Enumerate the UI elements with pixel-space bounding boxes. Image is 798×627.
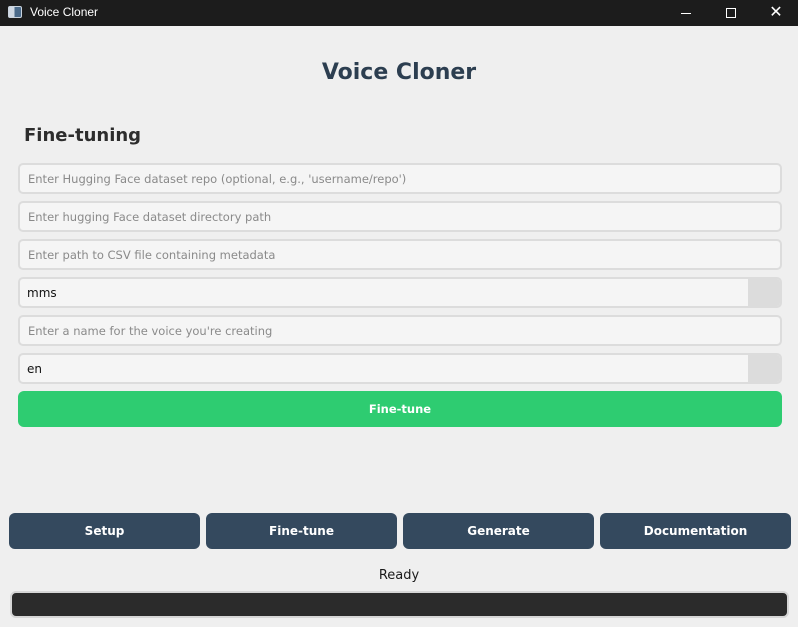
dataset-directory-input[interactable] [18,201,782,232]
language-select-value: en [27,361,42,376]
maximize-button[interactable] [708,0,754,26]
csv-path-input[interactable] [18,239,782,270]
documentation-nav-button[interactable]: Documentation [600,513,791,549]
model-select[interactable]: mms ▼ [18,277,782,308]
window-title: Voice Cloner [30,5,99,19]
maximize-icon [726,8,736,18]
dataset-repo-input[interactable] [18,163,782,194]
app-window-icon [8,6,22,18]
voice-name-input[interactable] [18,315,782,346]
window-titlebar: Voice Cloner ✕ [0,0,798,26]
setup-nav-button[interactable]: Setup [9,513,200,549]
minimize-icon [681,12,691,14]
language-select[interactable]: en ▼ [18,353,782,384]
status-label: Ready [378,568,420,583]
progress-bar [10,591,789,618]
dropdown-arrow-icon[interactable]: ▼ [748,355,780,382]
model-select-value: mms [27,285,57,300]
generate-nav-button[interactable]: Generate [403,513,594,549]
dropdown-arrow-icon[interactable]: ▼ [748,279,780,306]
close-button[interactable]: ✕ [753,0,798,26]
app-title: Voice Cloner [321,60,477,85]
section-title: Fine-tuning [24,125,142,146]
finetune-button[interactable]: Fine-tune [18,391,782,427]
finetune-nav-button[interactable]: Fine-tune [206,513,397,549]
close-icon: ✕ [769,4,783,21]
minimize-button[interactable] [663,0,709,26]
